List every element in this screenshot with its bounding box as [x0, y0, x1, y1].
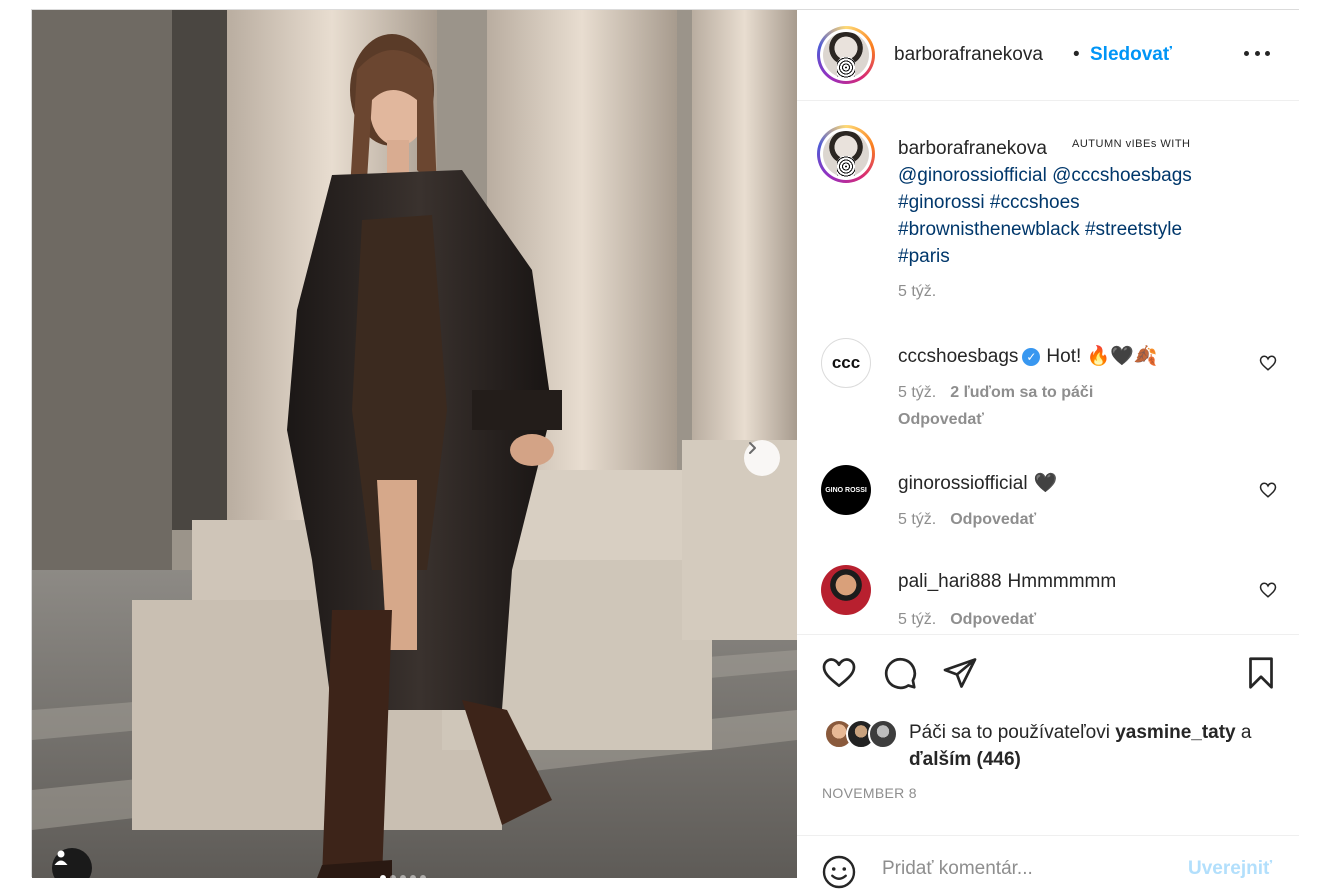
author-username[interactable]: barborafranekova — [894, 44, 1043, 66]
comment-row: ginorossiofficial 🖤 — [898, 471, 1057, 495]
separator-dot: • — [1073, 44, 1080, 65]
comment-like-heart-icon[interactable] — [1259, 481, 1277, 499]
comment-avatar-pali-hari888[interactable] — [821, 565, 871, 615]
likes-summary: Páči sa to používateľovi yasmine_taty a … — [909, 719, 1279, 773]
comment-text: Hmmmmmm — [1007, 571, 1117, 592]
comment-text: 🖤 — [1033, 473, 1058, 494]
comment-row: pali_hari888 Hmmmmmm — [898, 571, 1116, 593]
comment-meta: 5 týž. 2 ľuďom sa to páči — [898, 384, 1093, 402]
comment-avatar-ginorossiofficial[interactable]: GINO ROSSI — [821, 465, 871, 515]
caption-avatar[interactable] — [817, 125, 875, 183]
post-header: barborafranekova • Sledovať — [797, 10, 1299, 101]
chevron-right-icon — [749, 442, 756, 454]
comment-likes-count[interactable]: 2 ľuďom sa to páči — [950, 384, 1093, 401]
reply-button[interactable]: Odpovedať — [950, 511, 1036, 528]
likes-others-link[interactable]: ďalším (446) — [909, 749, 1021, 770]
reply-button[interactable]: Odpovedať — [950, 611, 1036, 628]
comment-like-heart-icon[interactable] — [1259, 581, 1277, 599]
comment-meta: 5 týž. Odpovedať — [898, 511, 1036, 529]
post-photo[interactable] — [32, 10, 797, 878]
comment-time[interactable]: 5 týž. — [898, 511, 936, 528]
caption-text: AUTUMN vIBEs WITH — [1072, 138, 1191, 150]
caption-hashtags-2[interactable]: #brownisthenewblack #streetstyle — [898, 219, 1182, 241]
comment-time[interactable]: 5 týž. — [898, 611, 936, 628]
comment-username[interactable]: pali_hari888 — [898, 571, 1002, 592]
comment-icon[interactable] — [882, 655, 918, 691]
comment-username[interactable]: ginorossiofficial — [898, 473, 1028, 494]
verified-icon: ✓ — [1022, 348, 1041, 366]
heart-icon[interactable] — [821, 655, 857, 691]
user-tag-icon — [54, 850, 68, 865]
share-icon[interactable] — [942, 655, 978, 691]
comment-row: cccshoesbags ✓ Hot! 🔥🖤🍂 — [898, 344, 1158, 368]
likes-connector: a — [1240, 722, 1252, 743]
post-actions: Páči sa to používateľovi yasmine_taty a … — [797, 634, 1299, 889]
caption-mentions[interactable]: @ginorossiofficial @cccshoesbags — [898, 165, 1192, 187]
post-modal: barborafranekova • Sledovať barborafrane… — [31, 9, 1299, 889]
smile-icon[interactable] — [821, 854, 857, 890]
comment-time[interactable]: 5 týž. — [898, 384, 936, 401]
reply-button[interactable]: Odpovedať — [898, 411, 984, 429]
post-side-panel: barborafranekova • Sledovať barborafrane… — [797, 10, 1299, 889]
comment-text: Hot! 🔥🖤🍂 — [1046, 346, 1158, 367]
caption-hashtags-1[interactable]: #ginorossi #cccshoes — [898, 192, 1080, 214]
comment-username[interactable]: cccshoesbags — [898, 346, 1018, 367]
comment-composer: Pridať komentár... Uverejniť — [797, 835, 1299, 895]
caption-time[interactable]: 5 týž. — [898, 283, 936, 301]
photo-illustration — [32, 10, 797, 878]
likes-prefix: Páči sa to používateľovi — [909, 722, 1110, 743]
comment-meta: 5 týž. Odpovedať — [898, 611, 1036, 629]
caption-hashtags-3[interactable]: #paris — [898, 246, 950, 268]
liker-avatars[interactable] — [824, 719, 904, 751]
follow-button[interactable]: Sledovať — [1090, 44, 1172, 66]
comment-avatar-cccshoesbags[interactable]: ccc — [821, 338, 871, 388]
comment-like-heart-icon[interactable] — [1259, 354, 1277, 372]
bookmark-icon[interactable] — [1243, 655, 1279, 691]
post-date[interactable]: NOVEMBER 8 — [822, 785, 917, 801]
more-options-icon[interactable] — [1244, 48, 1270, 58]
next-photo-button[interactable] — [744, 440, 780, 476]
author-avatar[interactable] — [817, 26, 875, 84]
caption-username[interactable]: barborafranekova — [898, 138, 1047, 160]
comments-list[interactable]: barborafranekova AUTUMN vIBEs WITH @gino… — [797, 102, 1299, 634]
liker-username[interactable]: yasmine_taty — [1115, 722, 1235, 743]
